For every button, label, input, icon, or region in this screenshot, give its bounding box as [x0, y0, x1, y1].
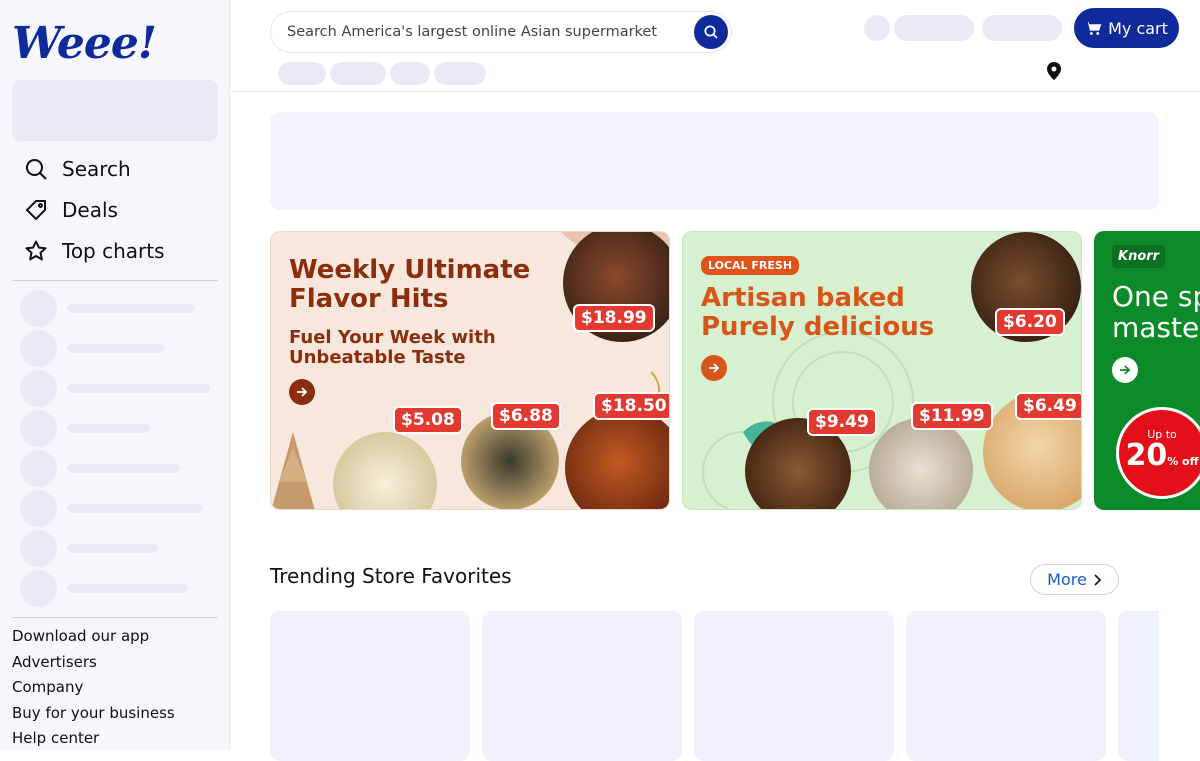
skeleton-row	[20, 370, 210, 407]
header-placeholder	[390, 62, 430, 85]
sidebar-item-top-charts[interactable]: Top charts	[12, 230, 218, 271]
sidebar-item-label: Deals	[62, 197, 118, 222]
header-placeholder	[982, 15, 1062, 41]
arrow-right-icon[interactable]	[289, 379, 315, 405]
skeleton-row	[20, 450, 180, 487]
header-placeholder	[894, 15, 974, 41]
top-header: My cart	[231, 0, 1200, 92]
sidebar-item-deals[interactable]: Deals	[12, 189, 218, 230]
content-placeholder	[270, 112, 1159, 210]
search-button[interactable]	[694, 15, 728, 49]
banner-weekly-flavor[interactable]: Weekly Ultimate Flavor Hits Fuel Your We…	[270, 231, 670, 510]
sidebar: Weee! Search Deals Top charts Download o…	[0, 0, 230, 750]
price-tag: $6.88	[491, 402, 561, 430]
skeleton-row	[20, 570, 188, 607]
arrow-right-icon[interactable]	[701, 355, 727, 381]
skeleton-row	[20, 490, 203, 527]
search-input[interactable]	[287, 12, 687, 52]
header-placeholder	[434, 62, 486, 85]
product-card-placeholder	[906, 611, 1106, 761]
sidebar-nav: Search Deals Top charts	[12, 148, 218, 271]
star-icon	[25, 240, 47, 260]
more-label: More	[1047, 570, 1087, 589]
footer-links: Download our app Advertisers Company Buy…	[12, 624, 175, 752]
skeleton-row	[20, 290, 195, 327]
promo-badge: Up to 20% off	[1116, 407, 1200, 499]
banner-title: Weekly Ultimate Flavor Hits	[289, 255, 531, 315]
product-card-placeholder	[270, 611, 470, 761]
skeleton-row	[20, 410, 150, 447]
link-help-center[interactable]: Help center	[12, 726, 175, 752]
price-tag: $18.99	[573, 304, 655, 332]
cart-label: My cart	[1108, 18, 1168, 38]
header-placeholder	[278, 62, 326, 85]
link-download-app[interactable]: Download our app	[12, 624, 175, 650]
sidebar-placeholder	[12, 80, 218, 141]
link-company[interactable]: Company	[12, 675, 175, 701]
arrow-right-icon[interactable]	[1112, 357, 1138, 383]
search-icon	[704, 25, 718, 39]
banner-artisan-baked[interactable]: LOCAL FRESH Artisan baked Purely delicio…	[682, 231, 1082, 510]
search-icon	[26, 158, 47, 180]
product-card-placeholder	[1118, 611, 1159, 761]
price-tag: $11.99	[911, 402, 993, 430]
chevron-right-icon	[1094, 573, 1101, 586]
link-advertisers[interactable]: Advertisers	[12, 650, 175, 676]
weee-logo[interactable]: Weee!	[12, 18, 157, 69]
my-cart-button[interactable]: My cart	[1074, 8, 1179, 48]
sidebar-item-label: Search	[62, 156, 131, 181]
product-card-placeholder	[482, 611, 682, 761]
sidebar-divider	[12, 280, 218, 281]
banner-knorr[interactable]: Knorr One sp maste Up to 20% off	[1094, 231, 1200, 510]
cart-icon	[1085, 21, 1102, 35]
link-buy-for-business[interactable]: Buy for your business	[12, 701, 175, 727]
price-tag: $9.49	[807, 408, 877, 436]
banner-title: Artisan baked Purely delicious	[701, 283, 935, 343]
product-card-placeholder	[694, 611, 894, 761]
price-tag: $6.49	[1015, 392, 1081, 420]
more-button[interactable]: More	[1030, 564, 1119, 595]
knorr-logo: Knorr	[1112, 245, 1166, 268]
skeleton-row	[20, 330, 165, 367]
section-title: Trending Store Favorites	[270, 564, 512, 588]
price-tag: $5.08	[393, 406, 463, 434]
skeleton-row	[20, 530, 158, 567]
price-tag: $18.50	[593, 392, 669, 420]
price-tag: $6.20	[995, 308, 1065, 336]
banner-title: One sp maste	[1112, 280, 1200, 345]
tag-icon	[25, 199, 46, 220]
sidebar-item-label: Top charts	[62, 238, 165, 263]
header-placeholder	[864, 15, 890, 41]
sidebar-item-search[interactable]: Search	[12, 148, 218, 189]
search-box	[270, 11, 732, 53]
header-placeholder	[330, 62, 386, 85]
banner-subtitle: Fuel Your Week with Unbeatable Taste	[289, 327, 496, 369]
badge-local-fresh: LOCAL FRESH	[701, 256, 800, 275]
location-pin-icon[interactable]	[1047, 62, 1061, 80]
sidebar-divider	[12, 617, 218, 618]
